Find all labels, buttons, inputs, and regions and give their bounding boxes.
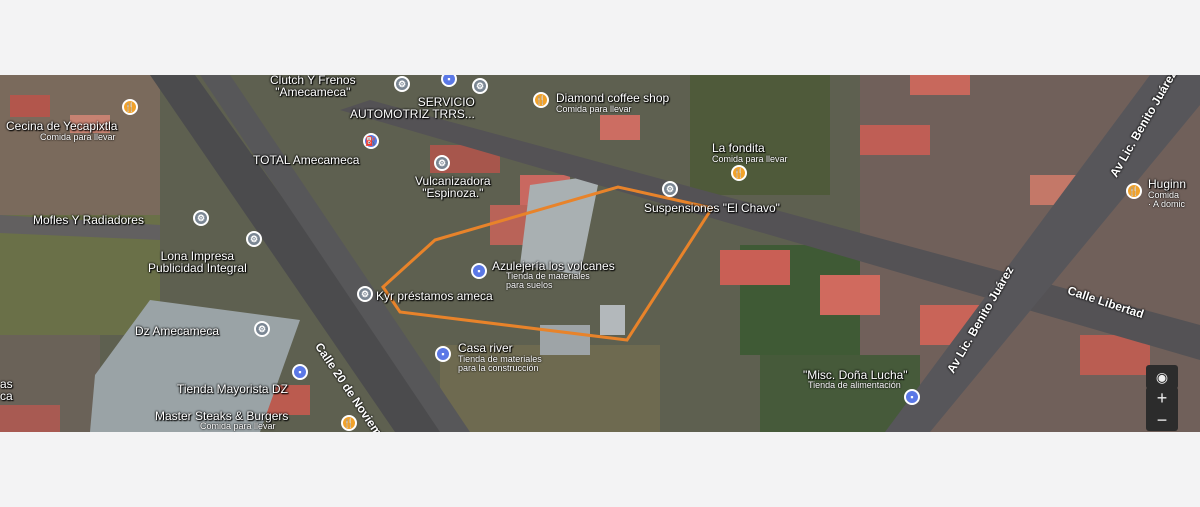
food-pin-icon: 🍴 <box>1126 183 1142 199</box>
zoom-in-button[interactable]: + <box>1157 387 1168 409</box>
poi-sublabel: Comida para llevar <box>556 104 632 114</box>
poi-label: Suspensiones "El Chavo" <box>644 201 780 215</box>
poi-sublabel: Comida para llevar <box>712 154 788 164</box>
satellite-map[interactable]: Clutch Y Frenos "Amecameca" ⚙ ▪ ⚙ SERVIC… <box>0 75 1200 432</box>
poi-label: Clutch Y Frenos "Amecameca" <box>270 75 356 99</box>
edge-label: as ca <box>0 377 13 403</box>
store-pin-icon: ▪ <box>292 364 308 380</box>
poi-label: Lona Impresa Publicidad Integral <box>148 249 247 275</box>
poi-label: Vulcanizadora "Espinoza." <box>415 174 491 200</box>
car-pin-icon: ⚙ <box>193 210 209 226</box>
poi-label: SERVICIO AUTOMOTRIZ TRRS... <box>350 95 475 121</box>
poi-label: Cecina de Yecapixtla <box>6 119 118 133</box>
poi-label: Dz Amecameca <box>135 324 220 338</box>
poi-sublabel: Comida para llevar <box>40 132 116 142</box>
poi-sublabel: Tienda de materiales para la construcció… <box>458 354 542 373</box>
zoom-out-button[interactable]: − <box>1157 409 1168 431</box>
pin-icon: ⚙ <box>357 286 373 302</box>
food-pin-icon: 🍴 <box>341 415 357 431</box>
poi-sublabel: Tienda de materiales para suelos <box>506 271 590 290</box>
store-pin-icon: ▪ <box>435 346 451 362</box>
car-pin-icon: ⚙ <box>394 76 410 92</box>
poi-label: Tienda Mayorista DZ <box>177 382 288 396</box>
poi-label: Casa river <box>458 341 513 355</box>
layers-button[interactable]: ◉ <box>1146 365 1178 389</box>
zoom-control: + − <box>1146 387 1178 431</box>
poi-label: Kyr préstamos ameca <box>376 289 493 303</box>
poi-sublabel: Tienda de alimentación <box>808 380 901 390</box>
food-pin-icon: 🍴 <box>122 99 138 115</box>
poi-sublabel: Comida para llevar <box>200 421 276 431</box>
car-pin-icon: ⚙ <box>662 181 678 197</box>
food-pin-icon: 🍴 <box>533 92 549 108</box>
poi-label: Huginn <box>1148 177 1187 191</box>
poi-label: TOTAL Amecameca <box>253 153 360 167</box>
shop-pin-icon: ⚙ <box>246 231 262 247</box>
pin-icon: ⚙ <box>254 321 270 337</box>
poi-label: Diamond coffee shop <box>556 91 670 105</box>
car-pin-icon: ⚙ <box>434 155 450 171</box>
poi-label: Mofles Y Radiadores <box>33 213 144 227</box>
gas-pin-icon: ⛽ <box>363 133 379 149</box>
poi-sublabel: Comida · A domic <box>1148 190 1186 209</box>
store-pin-icon: ▪ <box>904 389 920 405</box>
food-pin-icon: 🍴 <box>731 165 747 181</box>
store-pin-icon: ▪ <box>471 263 487 279</box>
layers-icon: ◉ <box>1155 368 1169 385</box>
poi-label: La fondita <box>712 141 765 155</box>
car-pin-icon: ⚙ <box>472 78 488 94</box>
